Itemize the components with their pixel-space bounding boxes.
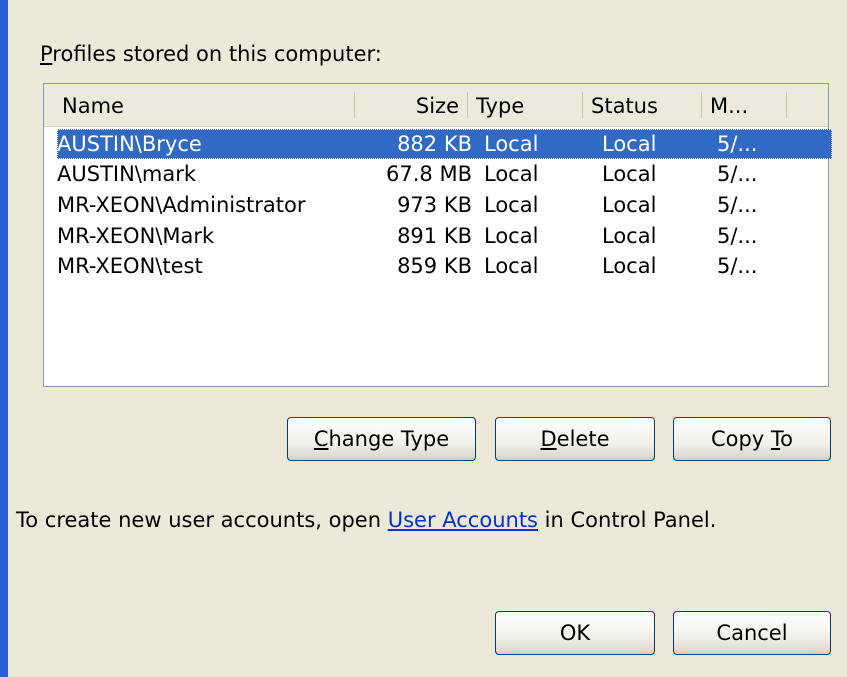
profile-size: 859 KB (397, 254, 472, 278)
list-item[interactable]: MR-XEON\test 859 KB Local Local 5/... (57, 251, 832, 281)
column-header-name[interactable]: Name (54, 84, 354, 126)
ok-button[interactable]: OK (495, 611, 655, 655)
column-header-size[interactable]: Size (355, 84, 467, 126)
cancel-button[interactable]: Cancel (673, 611, 831, 655)
profile-status: Local (602, 162, 657, 186)
profile-name: MR-XEON\Mark (57, 224, 215, 248)
list-item[interactable]: AUSTIN\mark 67.8 MB Local Local 5/... (57, 159, 832, 189)
window-edge (0, 0, 8, 677)
list-item[interactable]: AUSTIN\Bryce 882 KB Local Local 5/... (57, 129, 832, 159)
profile-name: AUSTIN\mark (57, 162, 196, 186)
profile-type: Local (484, 193, 539, 217)
profile-name: AUSTIN\Bryce (57, 132, 202, 156)
profile-modified: 5/... (717, 224, 758, 248)
change-type-button[interactable]: Change Type (287, 417, 476, 461)
profile-modified: 5/... (717, 193, 758, 217)
profiles-list[interactable]: Name Size Type Status M... AUSTIN\Bryce … (43, 83, 832, 387)
profile-size: 891 KB (397, 224, 472, 248)
user-accounts-link[interactable]: User Accounts (388, 508, 538, 532)
profile-status: Local (602, 224, 657, 248)
profile-size: 882 KB (397, 132, 472, 156)
column-header-status[interactable]: Status (583, 84, 701, 126)
list-item[interactable]: MR-XEON\Mark 891 KB Local Local 5/... (57, 221, 832, 251)
profile-status: Local (602, 193, 657, 217)
profile-status: Local (602, 132, 657, 156)
user-accounts-hint: To create new user accounts, open User A… (16, 508, 717, 532)
column-header-type[interactable]: Type (468, 84, 582, 126)
column-divider[interactable] (786, 92, 787, 118)
delete-button[interactable]: Delete (495, 417, 655, 461)
profile-name: MR-XEON\test (57, 254, 203, 278)
profile-size: 67.8 MB (386, 162, 472, 186)
profile-modified: 5/... (717, 254, 758, 278)
list-item[interactable]: MR-XEON\Administrator 973 KB Local Local… (57, 190, 832, 220)
profile-type: Local (484, 254, 539, 278)
copy-to-button[interactable]: Copy To (673, 417, 831, 461)
profiles-label: Profiles stored on this computer: (40, 42, 382, 66)
profile-status: Local (602, 254, 657, 278)
profile-modified: 5/... (717, 132, 758, 156)
profile-name: MR-XEON\Administrator (57, 193, 306, 217)
profile-type: Local (484, 162, 539, 186)
profile-modified: 5/... (717, 162, 758, 186)
column-header-modified[interactable]: M... (702, 84, 786, 126)
list-header: Name Size Type Status M... (44, 84, 828, 127)
profile-type: Local (484, 132, 539, 156)
profile-type: Local (484, 224, 539, 248)
profile-size: 973 KB (397, 193, 472, 217)
